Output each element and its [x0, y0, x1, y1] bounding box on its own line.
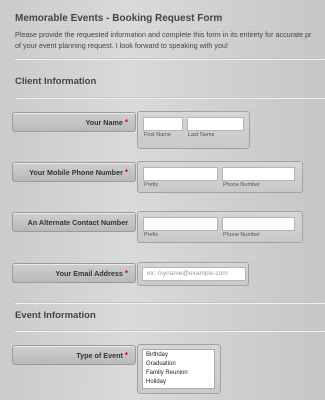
mobile-prefix-input[interactable]	[143, 167, 218, 181]
page-background	[0, 0, 325, 400]
event-option-graduation[interactable]: Graduation	[146, 360, 211, 369]
email-input[interactable]: ex: myname@example.com	[142, 267, 246, 281]
label-your-name: Your Name *	[12, 112, 136, 132]
label-text: Your Mobile Phone Number	[29, 167, 123, 177]
email-field-group: ex: myname@example.com	[137, 262, 249, 286]
intro-line-1: Please provide the requested information…	[15, 30, 312, 39]
mobile-number-input[interactable]	[222, 167, 295, 181]
required-marker: *	[124, 117, 128, 127]
label-text: Your Name	[85, 117, 123, 127]
mobile-phone-field-group: - Prefix Phone Number	[137, 161, 303, 193]
label-alternate-contact: An Alternate Contact Number	[12, 212, 136, 232]
divider	[15, 302, 325, 304]
section-event-information: Event Information	[15, 310, 96, 321]
alternate-prefix-input[interactable]	[143, 217, 218, 231]
first-name-sublabel: First Name	[144, 132, 171, 138]
divider	[15, 97, 325, 99]
event-option-family-reunion[interactable]: Family Reunion	[146, 369, 211, 378]
event-type-listbox[interactable]: Birthday Graduation Family Reunion Holid…	[142, 349, 215, 389]
first-name-input[interactable]	[143, 117, 183, 131]
intro-line-2: of your event planning request. I look f…	[15, 41, 228, 50]
label-type-of-event: Type of Event *	[12, 345, 136, 365]
required-marker: *	[124, 268, 128, 278]
name-field-group: First Name Last Name	[137, 111, 250, 149]
section-client-information: Client Information	[15, 76, 97, 87]
required-marker: *	[124, 167, 128, 177]
label-text: Type of Event	[76, 350, 123, 360]
divider	[15, 58, 325, 60]
last-name-input[interactable]	[187, 117, 244, 131]
phone-number-sublabel: Phone Number	[223, 232, 260, 238]
event-option-birthday[interactable]: Birthday	[146, 351, 211, 360]
required-marker: *	[124, 350, 128, 360]
alternate-number-field-group: - Prefix Phone Number	[137, 211, 303, 243]
phone-number-sublabel: Phone Number	[223, 182, 260, 188]
last-name-sublabel: Last Name	[188, 132, 215, 138]
event-option-holiday[interactable]: Holiday	[146, 378, 211, 387]
divider	[15, 330, 325, 332]
label-text: An Alternate Contact Number	[27, 217, 128, 227]
alternate-number-input[interactable]	[222, 217, 295, 231]
label-text: Your Email Address	[55, 268, 123, 278]
form-intro: Please provide the requested information…	[15, 29, 325, 51]
label-mobile-phone: Your Mobile Phone Number *	[12, 162, 136, 182]
prefix-sublabel: Prefix	[144, 232, 159, 238]
prefix-sublabel: Prefix	[144, 182, 159, 188]
label-email-address: Your Email Address *	[12, 263, 136, 283]
form-title: Memorable Events - Booking Request Form	[15, 13, 223, 24]
